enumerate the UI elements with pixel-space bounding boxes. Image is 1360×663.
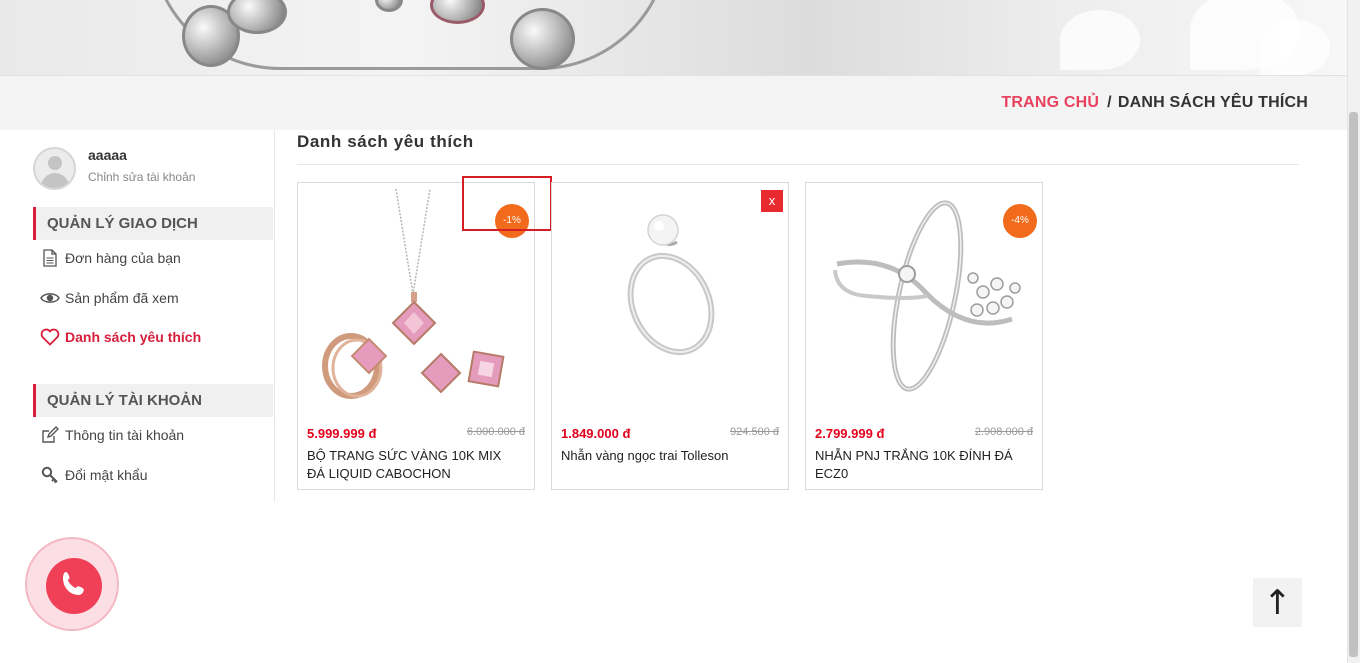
edit-account-link[interactable]: Chỉnh sửa tài khoản — [88, 170, 195, 184]
breadcrumb-separator: / — [1107, 94, 1112, 111]
product-old-price: 2.908.000 đ — [974, 426, 1033, 438]
title-divider — [297, 164, 1299, 165]
discount-badge: -4% — [1003, 204, 1037, 238]
scrollbar-thumb[interactable] — [1349, 112, 1358, 657]
document-icon — [40, 248, 60, 268]
breadcrumb: TRANG CHỦ / DANH SÁCH YÊU THÍCH — [1001, 94, 1308, 112]
edit-icon — [40, 425, 60, 445]
product-price: 2.799.999 đ — [815, 426, 885, 441]
sidebar-item-wishlist[interactable]: Danh sách yêu thích — [40, 326, 201, 348]
highlight-box — [462, 176, 552, 231]
phone-icon — [59, 569, 89, 604]
sidebar-item-label: Thông tin tài khoản — [65, 427, 185, 443]
section-title-account: QUẢN LÝ TÀI KHOẢN — [33, 384, 273, 417]
avatar — [33, 147, 76, 190]
product-price: 1.849.000 đ — [561, 426, 631, 441]
sidebar-item-change-password[interactable]: Đổi mật khẩu — [40, 464, 147, 486]
product-card[interactable]: x 1.849.000 đ 924.500 đ Nhẫn vàng ngọc t… — [551, 182, 789, 490]
call-button-inner[interactable] — [46, 558, 102, 614]
product-old-price: 924.500 đ — [730, 426, 779, 438]
sidebar-item-viewed[interactable]: Sản phẩm đã xem — [40, 287, 179, 309]
page-title: Danh sách yêu thích — [297, 132, 474, 151]
username: aaaaa — [88, 147, 127, 163]
back-to-top-button[interactable]: ↑ — [1253, 578, 1302, 627]
product-name[interactable]: NHẪN PNJ TRẮNG 10K ĐÍNH ĐÁ ECZ0 — [815, 447, 1030, 483]
remove-from-wishlist-button[interactable]: x — [761, 190, 783, 212]
sidebar-item-label: Sản phẩm đã xem — [65, 290, 179, 306]
page-scrollbar[interactable] — [1347, 0, 1360, 663]
breadcrumb-current: DANH SÁCH YÊU THÍCH — [1117, 94, 1308, 111]
avatar-head — [48, 156, 62, 170]
product-card[interactable]: -4% 2.799.999 đ 2.908.000 đ NHẪN PNJ TRẮ… — [805, 182, 1043, 490]
section-title-transactions: QUẢN LÝ GIAO DỊCH — [33, 207, 273, 240]
flower-decoration — [1060, 10, 1140, 70]
avatar-body — [41, 173, 69, 188]
product-image[interactable] — [553, 184, 787, 414]
call-button[interactable] — [25, 537, 119, 631]
product-name[interactable]: Nhẫn vàng ngọc trai Tolleson — [561, 447, 776, 465]
top-banner-image — [0, 0, 1347, 75]
page: TRANG CHỦ / DANH SÁCH YÊU THÍCH aaaaa Chỉn… — [0, 0, 1360, 663]
heart-icon — [40, 327, 60, 347]
sidebar-item-orders[interactable]: Đơn hàng của bạn — [40, 247, 181, 269]
charm-bead — [510, 8, 575, 70]
breadcrumb-bar: TRANG CHỦ / DANH SÁCH YÊU THÍCH — [0, 75, 1347, 130]
sidebar-item-label: Danh sách yêu thích — [65, 329, 202, 345]
account-sidebar: aaaaa Chỉnh sửa tài khoản QUẢN LÝ GIAO D… — [33, 130, 275, 502]
eye-icon — [40, 288, 60, 308]
product-price: 5.999.999 đ — [307, 426, 377, 441]
product-name[interactable]: BỘ TRANG SỨC VÀNG 10K MIX ĐÁ LIQUID CABO… — [307, 447, 522, 483]
sidebar-item-label: Đổi mật khẩu — [65, 467, 148, 483]
flower-decoration — [1260, 20, 1330, 75]
sidebar-item-label: Đơn hàng của bạn — [65, 250, 181, 266]
product-old-price: 6.000.000 đ — [466, 426, 525, 438]
key-icon — [40, 465, 60, 485]
sidebar-item-account-info[interactable]: Thông tin tài khoản — [40, 424, 184, 446]
breadcrumb-home-link[interactable]: TRANG CHỦ — [1001, 94, 1099, 111]
